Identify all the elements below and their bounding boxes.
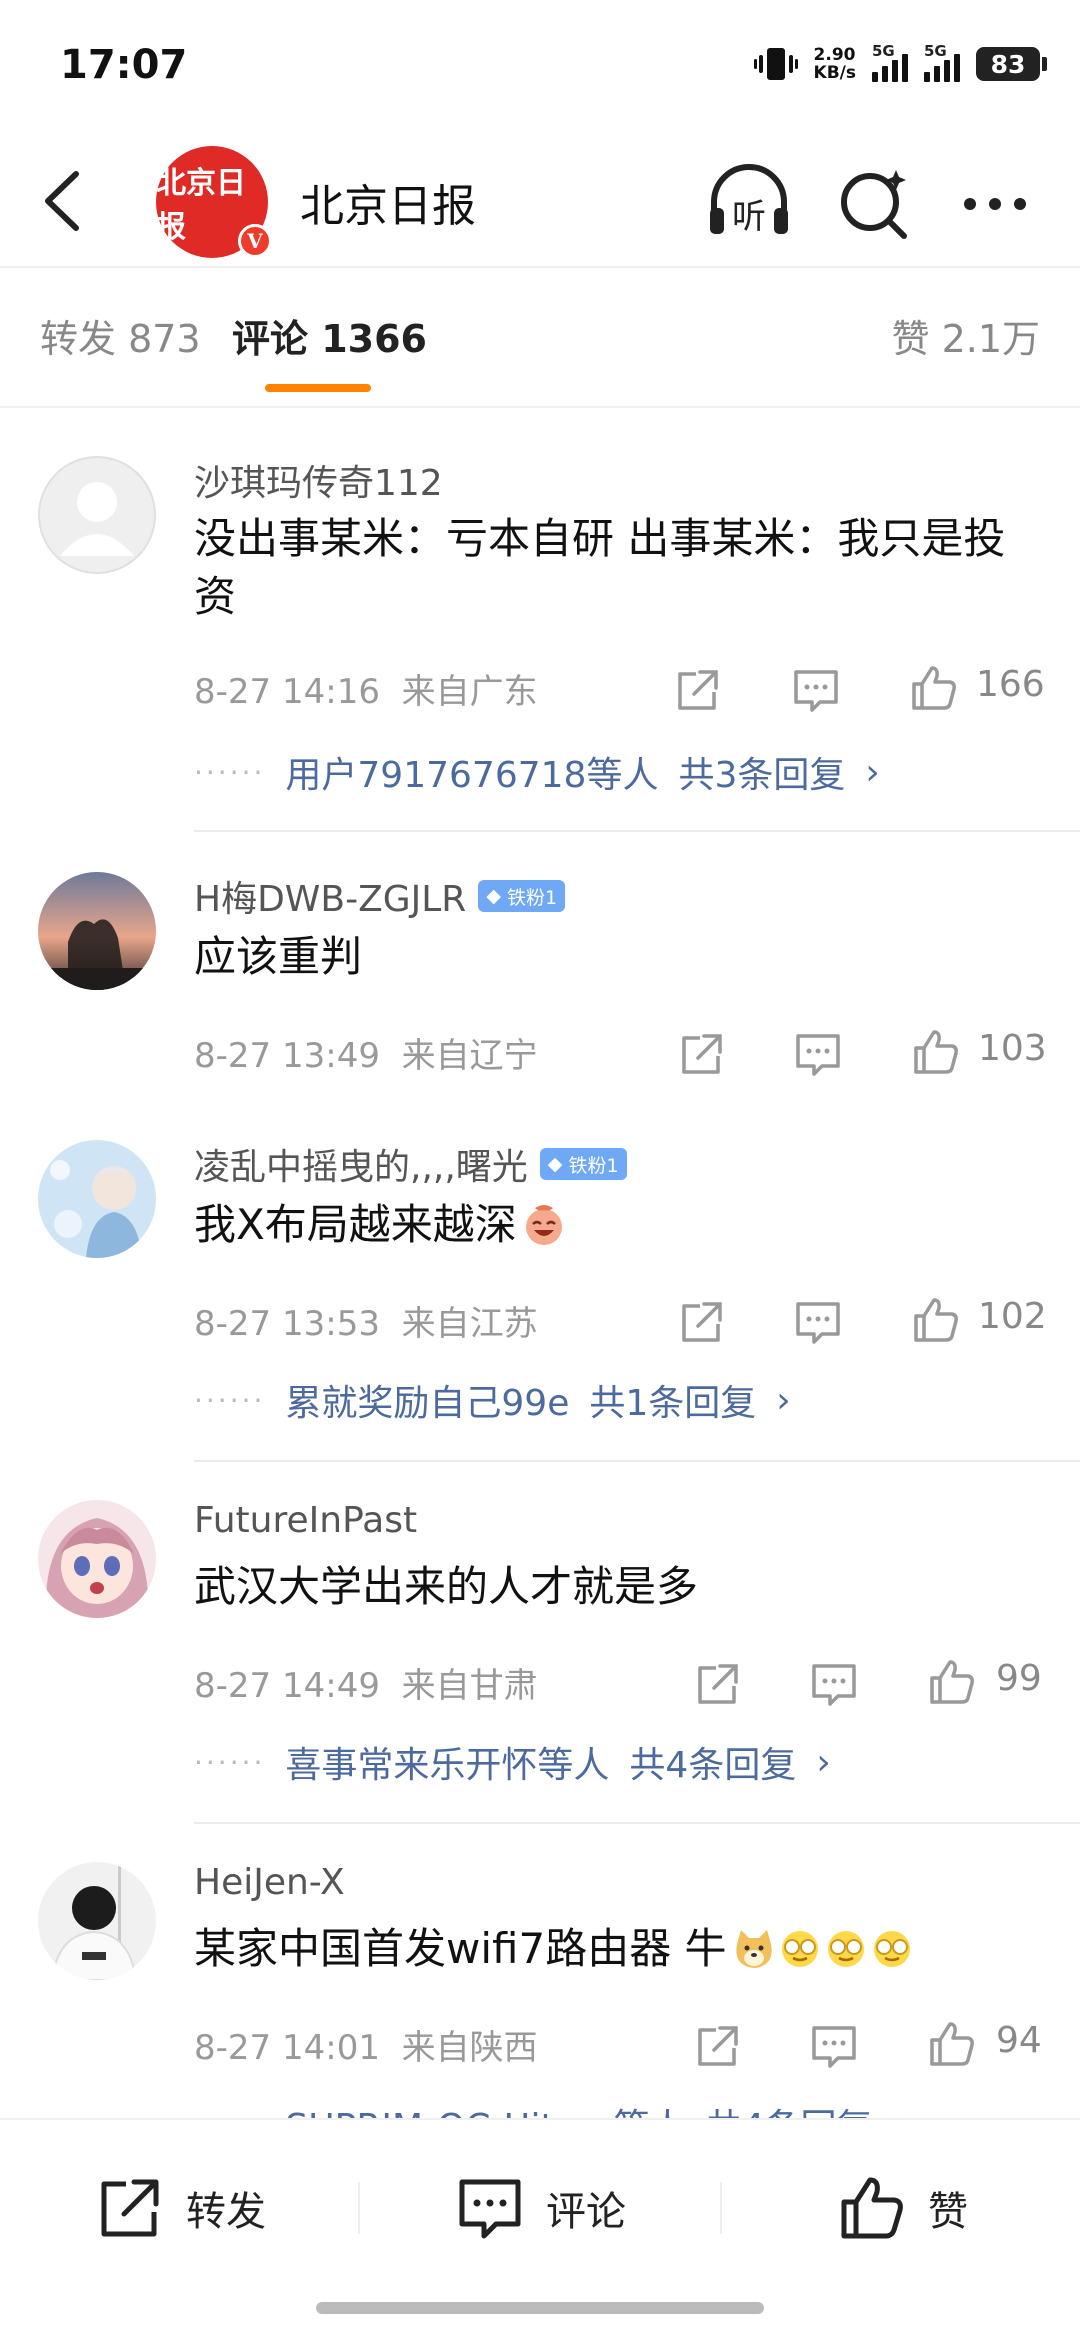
like-count: 99 — [996, 1658, 1042, 1699]
bottom-action-bar: 转发 评论 赞 — [0, 2118, 1080, 2344]
share-icon[interactable] — [676, 1028, 728, 1080]
comment-meta: 8-27 13:53 来自江苏 — [194, 1304, 538, 1344]
laughing-emoji-icon — [525, 1205, 562, 1245]
status-indicators: 2.90 KB/s 5G 5G 83 — [753, 42, 1047, 84]
comment-meta: 8-27 13:49 来自辽宁 — [194, 1036, 538, 1076]
avatar[interactable] — [38, 1500, 156, 1618]
reply-dots: ······ — [194, 1745, 266, 1779]
tab-likes[interactable]: 赞 2.1万 — [891, 308, 1040, 363]
net-speed: 2.90 KB/s — [813, 45, 856, 83]
more-icon[interactable] — [950, 162, 1040, 246]
divider — [194, 1460, 1080, 1462]
comment-meta: 8-27 14:49 来自甘肃 — [194, 1666, 538, 1706]
back-arrow-icon[interactable] — [34, 166, 94, 236]
reply-count[interactable]: 共4条回复 — [629, 1736, 796, 1788]
status-time: 17:07 — [60, 42, 188, 88]
reply-preview[interactable]: ······ 用户7917676718等人 共3条回复 › — [194, 746, 880, 798]
comment-text: 应该重判 — [194, 932, 363, 981]
reply-users[interactable]: 用户7917676718等人 — [285, 746, 658, 798]
like-count: 94 — [996, 2020, 1042, 2061]
comment-meta: 8-27 14:16 来自广东 — [194, 672, 538, 712]
separator — [358, 2182, 360, 2234]
tab-bar: 转发 873 评论 1366 赞 2.1万 — [0, 268, 1080, 408]
reply-users[interactable]: 喜事常来乐开怀等人 — [285, 1736, 609, 1788]
listen-icon[interactable]: 听 — [704, 162, 794, 246]
like-icon[interactable] — [926, 2018, 978, 2070]
reply-users[interactable]: 累就奖励自己99e — [285, 1374, 569, 1426]
reply-icon[interactable] — [792, 1296, 844, 1348]
repost-icon — [101, 2179, 159, 2237]
like-icon[interactable] — [910, 1294, 962, 1346]
reply-count[interactable]: 共1条回复 — [589, 1374, 756, 1426]
comment-text: 没出事某米：亏本自研 出事某米：我只是投资 — [194, 514, 1006, 621]
reply-icon[interactable] — [792, 1028, 844, 1080]
verified-badge: V — [238, 224, 272, 258]
like-icon[interactable] — [908, 662, 960, 714]
like-count: 166 — [976, 664, 1045, 705]
reply-preview[interactable]: ······ 喜事常来乐开怀等人 共4条回复 › — [194, 1736, 831, 1788]
like-button[interactable]: 赞 — [836, 2172, 968, 2244]
reply-dots: ······ — [194, 755, 266, 789]
avatar[interactable] — [38, 456, 156, 574]
comment-username[interactable]: 沙琪玛传奇112 — [194, 454, 443, 506]
reply-count[interactable]: 共3条回复 — [678, 746, 845, 798]
comment-button[interactable]: 评论 — [454, 2172, 626, 2244]
account-avatar[interactable]: 北京日报 V — [156, 146, 272, 258]
signal-1-icon: 5G — [872, 42, 908, 82]
chevron-right-icon: › — [865, 751, 880, 793]
account-name[interactable]: 北京日报 — [300, 170, 476, 234]
separator — [720, 2182, 722, 2234]
divider — [194, 1822, 1080, 1824]
comment-username[interactable]: 凌乱中摇曳的,,,,曙光 ◆ 铁粉1 — [194, 1138, 627, 1190]
doge-emoji-icon — [735, 1930, 772, 1968]
share-icon[interactable] — [692, 1658, 744, 1710]
avatar[interactable] — [38, 872, 156, 990]
share-icon[interactable] — [676, 1296, 728, 1348]
home-indicator[interactable] — [316, 2302, 764, 2314]
comment-text: 某家中国首发wifi7路由器 牛 — [194, 1920, 1040, 1978]
repost-button[interactable]: 转发 — [94, 2172, 266, 2244]
like-count: 103 — [978, 1028, 1047, 1069]
comment-text: 我X布局越来越深 — [194, 1196, 1040, 1254]
comment-icon — [459, 2179, 521, 2239]
signal-2-icon: 5G — [924, 42, 960, 82]
status-bar: 17:07 2.90 KB/s 5G 5G 83 — [0, 0, 1080, 140]
chevron-right-icon: › — [776, 1379, 791, 1421]
share-icon[interactable] — [692, 2020, 744, 2072]
reply-icon[interactable] — [808, 1658, 860, 1710]
like-icon[interactable] — [926, 1656, 978, 1708]
divider — [194, 830, 1080, 832]
svg-text:听: 听 — [732, 197, 766, 237]
comment-username[interactable]: H梅DWB-ZGJLR ◆ 铁粉1 — [194, 870, 566, 922]
like-icon[interactable] — [910, 1026, 962, 1078]
tears-of-joy-emoji-icon — [873, 1931, 910, 1967]
reply-dots: ······ — [194, 1383, 266, 1417]
reply-preview[interactable]: ······ 累就奖励自己99e 共1条回复 › — [194, 1374, 791, 1426]
tears-of-joy-emoji-icon — [827, 1931, 864, 1967]
comment-username[interactable]: FutureInPast — [194, 1500, 417, 1541]
search-icon[interactable] — [830, 162, 920, 246]
reply-icon[interactable] — [808, 2020, 860, 2072]
fan-badge: ◆ 铁粉1 — [539, 1148, 627, 1180]
reply-icon[interactable] — [790, 664, 842, 716]
tab-repost[interactable]: 转发 873 — [40, 308, 201, 363]
tab-comments[interactable]: 评论 1366 — [232, 308, 427, 363]
tears-of-joy-emoji-icon — [781, 1931, 818, 1967]
share-icon[interactable] — [672, 664, 724, 716]
comment-username[interactable]: HeiJen-X — [194, 1862, 345, 1903]
thumbs-up-icon — [841, 2177, 903, 2239]
chevron-right-icon: › — [816, 1741, 831, 1783]
battery-icon: 83 — [976, 47, 1047, 81]
comment-text: 武汉大学出来的人才就是多 — [194, 1562, 699, 1611]
fan-badge: ◆ 铁粉1 — [478, 880, 566, 912]
vibrate-icon — [753, 48, 798, 80]
avatar[interactable] — [38, 1862, 156, 1980]
tab-active-indicator — [265, 384, 371, 392]
like-count: 102 — [978, 1296, 1047, 1337]
top-nav: 北京日报 V 北京日报 听 — [0, 140, 1080, 268]
comment-meta: 8-27 14:01 来自陕西 — [194, 2028, 538, 2068]
avatar[interactable] — [38, 1140, 156, 1258]
